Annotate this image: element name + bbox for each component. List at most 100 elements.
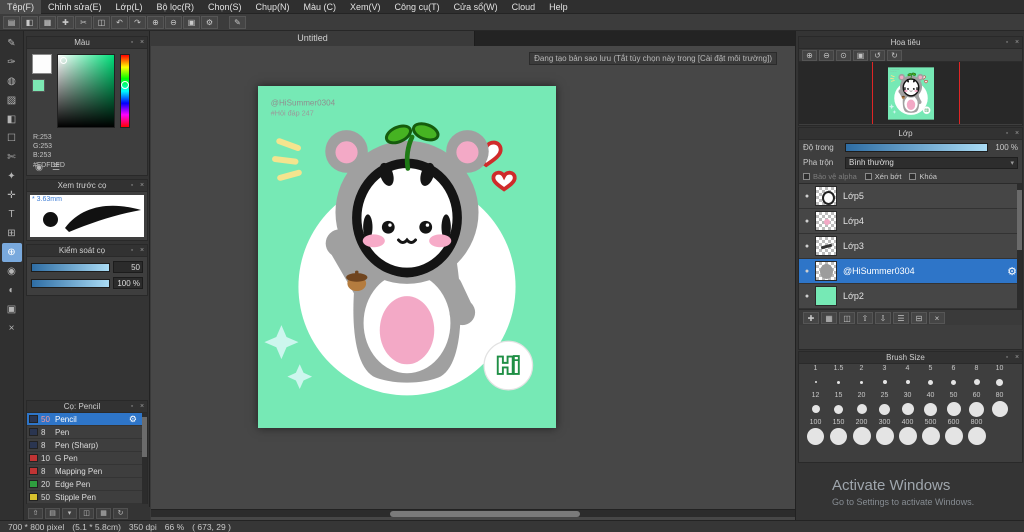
brush-size-preset[interactable]: 1 (804, 364, 827, 391)
layer-visibility-icon[interactable]: ● (799, 268, 815, 275)
layer-row[interactable]: ● Lớp2 (799, 284, 1022, 309)
new-file-icon[interactable]: ▤ (3, 15, 20, 29)
select-tool-icon[interactable]: ☐ (2, 129, 22, 148)
pan-tool-icon[interactable]: ⊞ (2, 224, 22, 243)
nav-zoom-in-icon[interactable]: ⊕ (802, 49, 817, 61)
canvas-artboard[interactable] (258, 86, 556, 428)
float-panel-icon[interactable]: ▫ (1002, 128, 1012, 140)
brush-settings-gear-icon[interactable]: ⚙ (129, 414, 137, 425)
shape-tool-icon[interactable]: ▣ (2, 300, 22, 319)
close-panel-icon[interactable]: × (137, 180, 147, 192)
zoom-out-icon[interactable]: ⊖ (165, 15, 182, 29)
sub-color-swatch[interactable] (32, 79, 45, 92)
nav-fit-screen-icon[interactable]: ▣ (853, 49, 868, 61)
menu-select[interactable]: Chọn(S) (201, 0, 249, 14)
add-folder-icon[interactable]: ▦ (821, 311, 837, 324)
cut-icon[interactable]: ✂ (75, 15, 92, 29)
float-panel-icon[interactable]: ▫ (1002, 352, 1012, 364)
brush-row[interactable]: 8 Pen (Sharp) (27, 439, 147, 452)
pen-mode-icon[interactable]: ✎ (229, 15, 246, 29)
brush-size-preset[interactable]: 2 (850, 364, 873, 391)
layers-scrollbar[interactable] (1017, 184, 1022, 309)
add-layer-icon[interactable]: ✚ (803, 311, 819, 324)
zoom-tool-icon[interactable]: ⊕ (1, 243, 22, 262)
close-tool-icon[interactable]: × (2, 319, 22, 338)
menu-edit[interactable]: Chỉnh sửa(E) (41, 0, 109, 14)
brush-opacity-value[interactable]: 100 % (113, 277, 143, 289)
brush-size-preset[interactable]: 4 (896, 364, 919, 391)
menu-color[interactable]: Màu (C) (297, 0, 344, 14)
brush-size-preset[interactable]: 5 (919, 364, 942, 391)
folder-icon[interactable]: ▤ (45, 508, 60, 519)
float-panel-icon[interactable]: ▫ (127, 37, 137, 49)
close-panel-icon[interactable]: × (137, 245, 147, 257)
nav-zoom-reset-icon[interactable]: ⊙ (836, 49, 851, 61)
lasso-tool-icon[interactable]: ✄ (2, 148, 22, 167)
brush-size-value[interactable]: 50 (113, 261, 143, 273)
alpha-protect-checkbox[interactable] (803, 173, 810, 180)
menu-filter[interactable]: Bộ lọc(R) (149, 0, 201, 14)
layer-visibility-icon[interactable]: ● (799, 293, 815, 300)
add-icon[interactable]: ✚ (57, 15, 74, 29)
duplicate-icon[interactable]: ◫ (79, 508, 94, 519)
gradient-tool-icon[interactable]: ◧ (2, 110, 22, 129)
brush-size-preset[interactable]: 6 (942, 364, 965, 391)
layer-row[interactable]: ● Lớp3 (799, 234, 1022, 259)
zoom-in-icon[interactable]: ⊕ (147, 15, 164, 29)
brush-list-scrollbar[interactable] (142, 413, 147, 504)
scroll-up-icon[interactable]: ⇧ (28, 508, 43, 519)
hue-bar[interactable] (120, 54, 130, 128)
layer-visibility-icon[interactable]: ● (799, 243, 815, 250)
float-panel-icon[interactable]: ▫ (127, 401, 137, 413)
nav-rotate-right-icon[interactable]: ↻ (887, 49, 902, 61)
merge-layer-icon[interactable]: ☰ (893, 311, 909, 324)
layer-visibility-icon[interactable]: ● (799, 193, 815, 200)
clipping-checkbox[interactable] (864, 173, 872, 180)
brush-size-slider[interactable] (31, 262, 110, 272)
layer-settings-gear-icon[interactable]: ⚙ (1007, 265, 1017, 278)
redo-icon[interactable]: ↷ (129, 15, 146, 29)
brush-size-preset[interactable]: 300 (873, 418, 896, 445)
float-panel-icon[interactable]: ▫ (1002, 37, 1012, 49)
clear-layer-icon[interactable]: ⊟ (911, 311, 927, 324)
move-layer-up-icon[interactable]: ⇧ (857, 311, 873, 324)
undo-icon[interactable]: ↶ (111, 15, 128, 29)
brush-size-preset[interactable]: 40 (919, 391, 942, 418)
magic-wand-tool-icon[interactable]: ✦ (2, 167, 22, 186)
hue-marker[interactable] (121, 81, 129, 89)
brush-size-preset[interactable]: 15 (827, 391, 850, 418)
brush-size-preset[interactable]: 25 (873, 391, 896, 418)
float-panel-icon[interactable]: ▫ (127, 180, 137, 192)
dropdown-icon[interactable]: ▾ (62, 508, 77, 519)
brush-size-preset[interactable]: 12 (804, 391, 827, 418)
close-panel-icon[interactable]: × (137, 401, 147, 413)
brush-row[interactable]: 20 Edge Pen (27, 478, 147, 491)
menu-snap[interactable]: Chụp(N) (249, 0, 297, 14)
brush-row[interactable]: 10 G Pen (27, 452, 147, 465)
pen-tool-icon[interactable]: ✎ (2, 34, 22, 53)
close-panel-icon[interactable]: × (1012, 128, 1022, 140)
menu-view[interactable]: Xem(V) (343, 0, 388, 14)
copy-icon[interactable]: ◫ (93, 15, 110, 29)
brush-size-preset[interactable]: 50 (942, 391, 965, 418)
navigator-preview[interactable] (799, 62, 1022, 124)
brush-size-preset[interactable]: 400 (896, 418, 919, 445)
foreground-color-swatch[interactable] (32, 54, 52, 74)
scrollbar-thumb[interactable] (390, 511, 580, 517)
layer-row[interactable]: ● Lớp5 (799, 184, 1022, 209)
menu-file[interactable]: Tệp(F) (0, 0, 41, 14)
move-layer-down-icon[interactable]: ⇩ (875, 311, 891, 324)
saturation-value-picker[interactable] (57, 54, 115, 128)
brush-row[interactable]: 8 Mapping Pen (27, 465, 147, 478)
lock-checkbox[interactable] (909, 173, 917, 180)
layer-row-selected[interactable]: ● @HiSummer0304 ⚙ (799, 259, 1022, 284)
layer-row[interactable]: ● Lớp4 (799, 209, 1022, 234)
brush-row[interactable]: 8 Pen (27, 426, 147, 439)
brush-size-preset[interactable]: 200 (850, 418, 873, 445)
brush-tool-icon[interactable]: ✑ (2, 53, 22, 72)
curve-tool-icon[interactable]: ◐ (2, 281, 22, 300)
text-tool-icon[interactable]: T (2, 205, 22, 224)
brush-size-preset[interactable]: 3 (873, 364, 896, 391)
eyedropper-tool-icon[interactable]: ◉ (2, 262, 22, 281)
brush-size-preset[interactable]: 30 (896, 391, 919, 418)
